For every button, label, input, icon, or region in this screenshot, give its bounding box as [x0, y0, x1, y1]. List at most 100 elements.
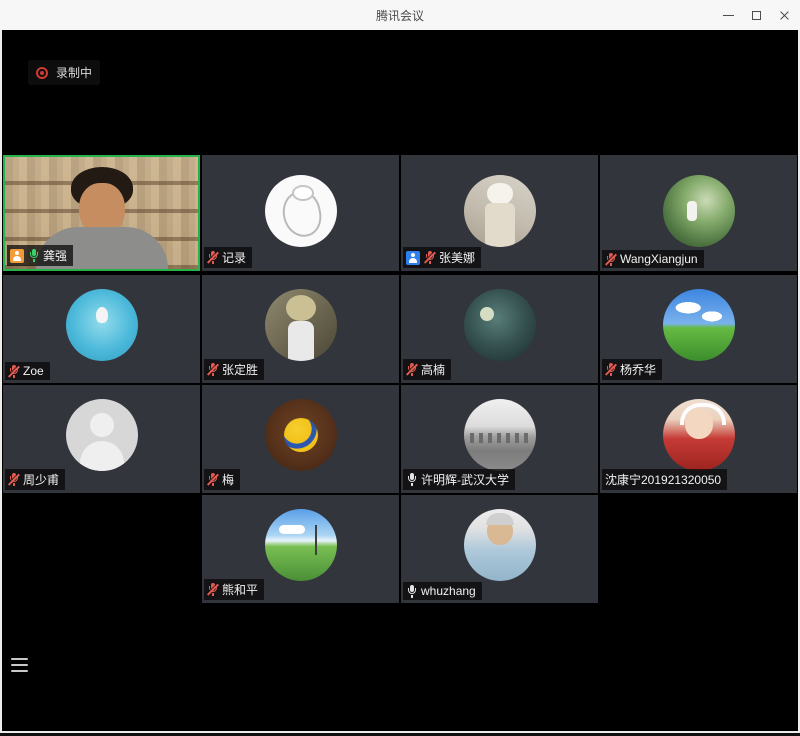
participant-tile[interactable]: 张定胜 — [202, 275, 399, 383]
participant-name: 许明辉-武汉大学 — [421, 471, 509, 488]
mic-stem — [212, 261, 214, 264]
participant-tile[interactable]: 梅 — [202, 385, 399, 493]
participant-name: 熊和平 — [222, 581, 258, 598]
list-bar — [11, 658, 28, 660]
participant-name: 高楠 — [421, 361, 445, 378]
participant-name: 梅 — [222, 471, 234, 488]
participant-tile[interactable]: 周少甫 — [3, 385, 200, 493]
participant-name: 张定胜 — [222, 361, 258, 378]
avatar — [663, 399, 735, 471]
role-badge-icon — [10, 249, 24, 263]
participant-tile[interactable]: 张美娜 — [401, 155, 598, 271]
mic-arc — [408, 476, 416, 482]
participant-tile[interactable]: 熊和平 — [202, 495, 399, 603]
mic-status-icon — [207, 473, 218, 486]
participant-nameplate: 周少甫 — [5, 469, 65, 490]
participant-nameplate: WangXiangjun — [602, 250, 704, 268]
participant-tile[interactable]: Zoe — [3, 275, 200, 383]
participant-nameplate: 沈康宁201921320050 — [602, 469, 727, 490]
participant-nameplate: 龚强 — [7, 245, 73, 266]
participant-tile[interactable]: WangXiangjun — [600, 155, 797, 271]
close-button[interactable] — [770, 0, 798, 30]
window-controls — [714, 0, 798, 30]
mic-status-icon — [406, 585, 417, 598]
participant-name: 沈康宁201921320050 — [605, 471, 721, 488]
mic-status-icon — [8, 365, 19, 378]
mic-status-icon — [406, 473, 417, 486]
participant-nameplate: 杨乔华 — [602, 359, 662, 380]
participant-nameplate: 张定胜 — [204, 359, 264, 380]
participant-nameplate: 高楠 — [403, 359, 451, 380]
mic-stem — [13, 483, 15, 486]
participant-name: WangXiangjun — [620, 252, 698, 266]
meeting-window: 腾讯会议 录制中 龚强 — [0, 0, 800, 736]
avatar — [663, 175, 735, 247]
mic-status-icon — [605, 363, 616, 376]
avatar — [464, 175, 536, 247]
participant-tile[interactable]: whuzhang — [401, 495, 598, 603]
mic-status-icon — [207, 583, 218, 596]
avatar — [464, 509, 536, 581]
minimize-button[interactable] — [714, 0, 742, 30]
avatar — [66, 289, 138, 361]
participant-tile[interactable]: 许明辉-武汉大学 — [401, 385, 598, 493]
participant-name: 杨乔华 — [620, 361, 656, 378]
participant-nameplate: 记录 — [204, 247, 252, 268]
participant-name: 龚强 — [43, 247, 67, 264]
participant-nameplate: 梅 — [204, 469, 240, 490]
minimize-icon — [723, 15, 734, 16]
meeting-stage: 录制中 龚强 — [0, 30, 800, 733]
participant-grid: 龚强 记录 张美娜 — [2, 30, 798, 731]
maximize-button[interactable] — [742, 0, 770, 30]
avatar — [265, 509, 337, 581]
participant-tile[interactable]: 杨乔华 — [600, 275, 797, 383]
mic-stem — [429, 261, 431, 264]
mic-status-icon — [406, 363, 417, 376]
participant-nameplate: 许明辉-武汉大学 — [403, 469, 515, 490]
list-bar — [11, 670, 28, 672]
mic-arc — [408, 588, 416, 594]
participant-tile[interactable]: 高楠 — [401, 275, 598, 383]
mic-stem — [610, 373, 612, 376]
participant-tile[interactable]: 龚强 — [3, 155, 200, 271]
mic-arc — [30, 252, 38, 258]
mic-stem — [33, 259, 35, 262]
participant-name: 记录 — [222, 249, 246, 266]
participant-nameplate: 张美娜 — [403, 247, 481, 268]
avatar — [663, 289, 735, 361]
participant-nameplate: 熊和平 — [204, 579, 264, 600]
participant-name: whuzhang — [421, 584, 476, 598]
mic-stem — [212, 373, 214, 376]
participant-nameplate: Zoe — [5, 362, 50, 380]
mic-stem — [212, 483, 214, 486]
mic-stem — [411, 595, 413, 598]
participant-name: Zoe — [23, 364, 44, 378]
mic-status-icon — [207, 251, 218, 264]
participant-name: 周少甫 — [23, 471, 59, 488]
participant-name: 张美娜 — [439, 249, 475, 266]
avatar — [464, 289, 536, 361]
role-badge-icon — [406, 251, 420, 265]
mic-stem — [610, 263, 612, 266]
window-title: 腾讯会议 — [376, 7, 424, 24]
close-icon — [779, 10, 790, 21]
avatar — [464, 399, 536, 471]
mic-stem — [411, 373, 413, 376]
mic-status-icon — [424, 251, 435, 264]
mic-stem — [13, 375, 15, 378]
avatar — [265, 289, 337, 361]
maximize-icon — [752, 11, 761, 20]
participant-tile[interactable]: 记录 — [202, 155, 399, 271]
mic-status-icon — [605, 253, 616, 266]
title-bar: 腾讯会议 — [0, 0, 800, 30]
avatar — [265, 399, 337, 471]
participant-nameplate: whuzhang — [403, 582, 482, 600]
avatar — [66, 399, 138, 471]
list-bar — [11, 664, 28, 666]
avatar — [265, 175, 337, 247]
mic-status-icon — [8, 473, 19, 486]
mic-status-icon — [207, 363, 218, 376]
mic-stem — [212, 593, 214, 596]
participant-list-icon[interactable] — [11, 658, 28, 672]
participant-tile[interactable]: 沈康宁201921320050 — [600, 385, 797, 493]
